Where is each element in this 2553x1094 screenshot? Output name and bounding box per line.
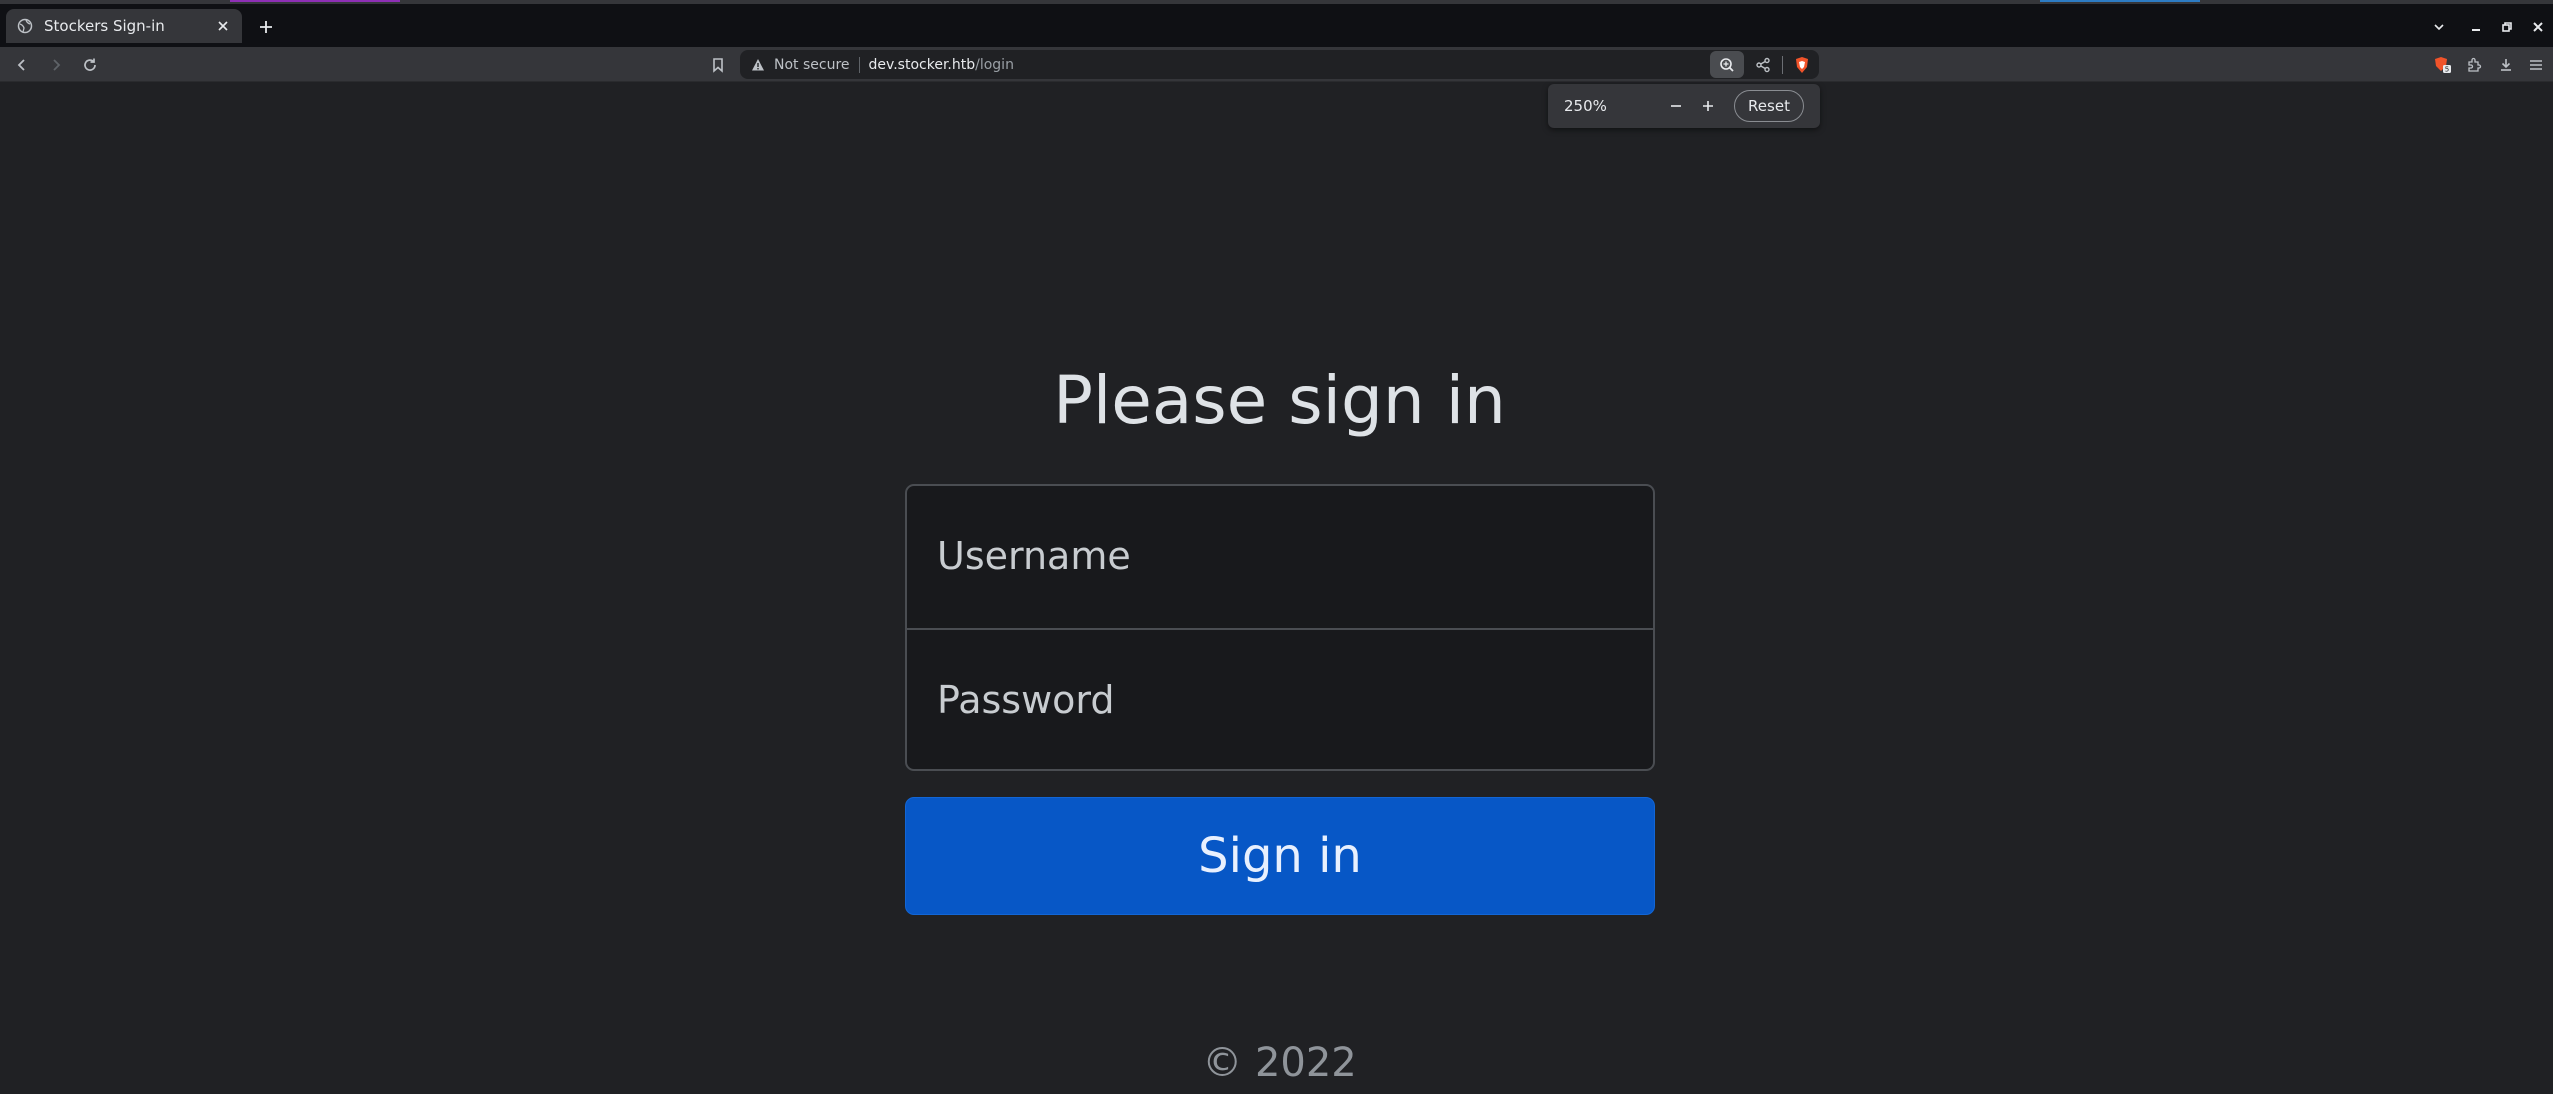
login-form <box>905 484 1655 771</box>
menu-icon[interactable] <box>2524 53 2548 77</box>
reload-icon[interactable] <box>78 53 102 77</box>
tab-stockers-sign-in[interactable]: Stockers Sign-in <box>6 9 242 43</box>
url-path: /login <box>975 56 1014 73</box>
globe-icon <box>16 17 34 35</box>
extensions-icon[interactable] <box>2462 53 2486 77</box>
password-input[interactable] <box>907 630 1653 770</box>
zoom-in-icon[interactable] <box>1696 94 1720 118</box>
footer-copyright: © 2022 <box>1202 1040 1357 1086</box>
zoom-icon[interactable] <box>1710 51 1744 78</box>
close-icon[interactable] <box>214 17 232 35</box>
plus-icon[interactable] <box>255 16 277 38</box>
share-icon[interactable] <box>1750 51 1776 78</box>
chevron-down-icon[interactable] <box>2428 16 2450 38</box>
minimize-icon[interactable] <box>2465 16 2487 38</box>
top-strip-accent-2 <box>2040 0 2200 2</box>
warning-icon[interactable] <box>750 57 766 73</box>
zoom-out-icon[interactable] <box>1664 94 1688 118</box>
brave-rewards-icon[interactable]: 5 <box>2430 53 2454 77</box>
tab-strip: Stockers Sign-in <box>0 4 2553 47</box>
username-input[interactable] <box>907 486 1653 626</box>
actions-divider <box>1782 55 1783 74</box>
zoom-reset-button[interactable]: Reset <box>1734 90 1804 122</box>
brave-shield-icon[interactable] <box>1789 51 1815 78</box>
rewards-badge: 5 <box>2445 66 2449 74</box>
tab-title: Stockers Sign-in <box>44 17 165 35</box>
zoom-level: 250% <box>1564 97 1607 115</box>
close-window-icon[interactable] <box>2527 16 2549 38</box>
sign-in-button[interactable]: Sign in <box>905 797 1655 915</box>
security-label[interactable]: Not secure <box>774 57 850 73</box>
url-host: dev.stocker.htb <box>868 56 976 73</box>
back-icon[interactable] <box>10 53 34 77</box>
address-bar[interactable]: Not secure dev.stocker.htb/login <box>740 50 1819 79</box>
maximize-icon[interactable] <box>2496 16 2518 38</box>
browser-toolbar: Not secure dev.stocker.htb/login 5 <box>0 47 2553 82</box>
address-bar-actions <box>1710 51 1815 78</box>
forward-icon[interactable] <box>44 53 68 77</box>
zoom-popup: 250% Reset <box>1548 84 1820 128</box>
bookmark-icon[interactable] <box>706 53 730 77</box>
top-strip-accent <box>230 0 400 2</box>
download-icon[interactable] <box>2494 53 2518 77</box>
page-title: Please sign in <box>1053 362 1506 439</box>
address-separator <box>858 56 860 73</box>
